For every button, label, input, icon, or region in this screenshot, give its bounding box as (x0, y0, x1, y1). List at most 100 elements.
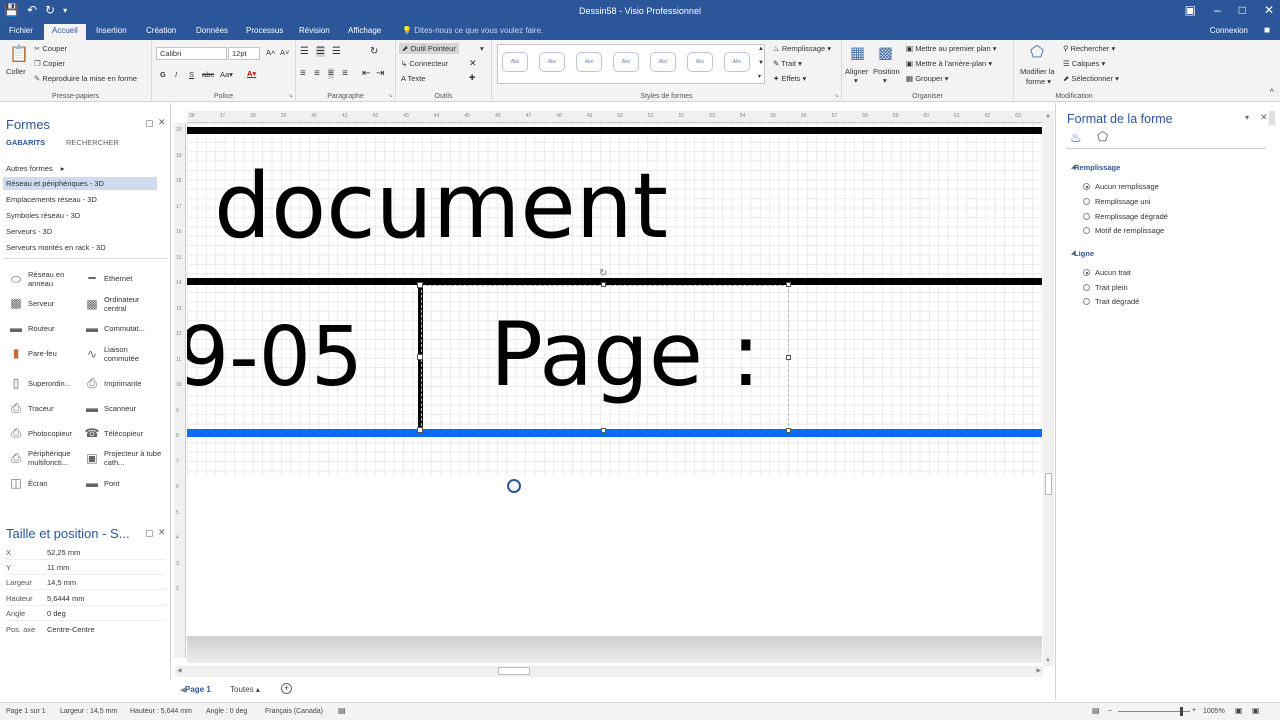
tab-stencils[interactable]: GABARITS (6, 138, 45, 147)
gallery-scroll-down-icon[interactable]: ▼ (758, 60, 764, 66)
style-thumb[interactable]: Abc (539, 52, 565, 72)
stencil-item[interactable]: Serveurs montés en rack - 3D (6, 243, 106, 252)
change-shape-icon[interactable]: ⬠ (1030, 42, 1044, 62)
shape-printer[interactable]: ⎙ Imprimante (84, 375, 162, 391)
scroll-thumb[interactable] (498, 667, 530, 675)
pane-close-icon[interactable]: ✕ (158, 117, 166, 128)
connection-point-icon[interactable]: ✚ (469, 73, 475, 82)
size-row-width[interactable]: Largeur 14,5 mm (6, 575, 166, 590)
shape-plotter[interactable]: ⎙ Traceur (8, 400, 86, 416)
scroll-up-icon[interactable]: ▲ (1045, 113, 1051, 119)
line-button[interactable]: ✎ Trait ▾ (773, 59, 802, 68)
presentation-mode-icon[interactable]: ▤ (1092, 706, 1100, 715)
tab-fichier[interactable]: Fichier (9, 26, 33, 35)
dialog-launcher-icon[interactable]: ↘ (834, 92, 839, 99)
tools-more-icon[interactable]: ▾ (480, 44, 484, 53)
align-right-icon[interactable]: ≡ (328, 68, 334, 79)
align-button[interactable]: Aligner (845, 67, 868, 76)
style-thumb[interactable]: Abc (724, 52, 750, 72)
add-page-icon[interactable]: + (281, 683, 292, 694)
layers-button[interactable]: ☰ Calques ▾ (1063, 59, 1105, 68)
position-button[interactable]: Position (873, 67, 900, 76)
justify-icon[interactable]: ≡ (342, 68, 348, 79)
selection-handle[interactable] (786, 355, 791, 360)
copy-button[interactable]: ❐ Copier (34, 59, 65, 68)
gallery-scroll-up-icon[interactable]: ▲ (758, 46, 764, 52)
pane-options-icon[interactable]: ▢ (145, 528, 154, 539)
pane-close-icon[interactable]: ✕ (1260, 112, 1268, 123)
tab-revision[interactable]: Révision (299, 26, 330, 35)
shape-multifunction[interactable]: ⎙ Périphérique multifoncti... (8, 449, 86, 467)
collapse-ribbon-icon[interactable]: ˄ (1270, 86, 1274, 95)
align-bottom-icon[interactable]: ☰ (332, 46, 341, 57)
selection-handle[interactable] (786, 282, 791, 287)
shape-scanner[interactable]: ▬ Scanneur (84, 400, 162, 416)
bold-button[interactable]: G (160, 70, 166, 79)
shrink-font-icon[interactable]: A˅ (280, 48, 289, 57)
font-family-select[interactable]: Calibri (156, 47, 227, 60)
date-text[interactable]: 9-05 (187, 310, 363, 406)
macro-record-icon[interactable]: ▤ (338, 706, 346, 715)
shape-firewall[interactable]: ▮ Pare-feu (8, 345, 86, 361)
status-page[interactable]: Page 1 sur 1 (6, 708, 46, 715)
pane-scrollbar[interactable] (1269, 111, 1275, 125)
radio-solid-fill[interactable]: Remplissage uni (1083, 197, 1150, 206)
paste-button[interactable]: Coller (6, 67, 26, 76)
align-top-icon[interactable]: ☰ (300, 46, 309, 57)
page-blank-area[interactable] (187, 475, 1042, 636)
style-thumb[interactable]: Abc (613, 52, 639, 72)
zoom-level[interactable]: 1005% (1203, 708, 1225, 715)
underline-button[interactable]: S (189, 70, 194, 79)
scroll-thumb[interactable] (1045, 473, 1052, 495)
fill-section-header[interactable]: Remplissage (1074, 163, 1120, 172)
align-shapes-icon[interactable]: ▦ (850, 43, 865, 63)
size-row-height[interactable]: Hauteur 5,6444 mm (6, 591, 166, 606)
tab-processus[interactable]: Processus (246, 26, 283, 35)
zoom-slider-thumb[interactable] (1180, 707, 1183, 716)
shape-router[interactable]: ▬ Routeur (8, 320, 86, 336)
close-tool-icon[interactable]: ✕ (469, 58, 477, 69)
document-text[interactable]: document (214, 157, 668, 257)
shape-ethernet[interactable]: ━ Ethernet (84, 270, 162, 286)
font-size-select[interactable]: 12pt (228, 47, 260, 60)
shape-fax[interactable]: ☎ Télécopieur (84, 425, 162, 441)
select-button[interactable]: ⬈ Sélectionner ▾ (1063, 74, 1119, 83)
pointer-tool-button[interactable]: ⬈ Outil Pointeur (399, 43, 459, 54)
find-button[interactable]: ⚲ Rechercher ▾ (1063, 44, 1115, 53)
switch-windows-icon[interactable]: ▣ (1252, 706, 1260, 715)
gallery-more-icon[interactable]: ▾ (758, 73, 761, 80)
tab-search[interactable]: RECHERCHER (66, 138, 119, 147)
font-color-icon[interactable]: A▾ (247, 69, 256, 78)
shape-supercomputer[interactable]: ▯ Superordin... (8, 375, 86, 391)
selection-handle[interactable] (786, 428, 791, 433)
zoom-out-icon[interactable]: – (1108, 707, 1112, 714)
change-shape-button[interactable]: Modifier la (1020, 67, 1055, 76)
scroll-down-icon[interactable]: ▼ (1045, 658, 1051, 664)
decrease-indent-icon[interactable]: ⇤ (362, 68, 370, 79)
strikethrough-button[interactable]: abc (202, 70, 214, 79)
page-tab-1[interactable]: Page 1 (185, 685, 211, 694)
style-thumb[interactable]: Abc (650, 52, 676, 72)
selection-handle[interactable] (417, 282, 423, 288)
selection-handle[interactable] (601, 282, 606, 287)
italic-button[interactable]: I (175, 70, 177, 79)
size-row-angle[interactable]: Angle 0 deg (6, 606, 166, 621)
account-icon[interactable]: ■ (1264, 25, 1270, 36)
radio-solid-line[interactable]: Trait plein (1083, 283, 1128, 292)
shape-mainframe[interactable]: ▩ Ordinateur central (84, 295, 162, 313)
shape-dialup[interactable]: ∿ Liaison commutée (84, 345, 162, 363)
radio-no-fill[interactable]: Aucun remplissage (1083, 182, 1159, 191)
align-left-icon[interactable]: ≡ (300, 68, 306, 79)
fill-button[interactable]: ♨ Remplissage ▾ (773, 44, 831, 53)
pane-dropdown-icon[interactable]: ▾ (1245, 113, 1249, 122)
text-rotate-icon[interactable]: ↻ (370, 46, 378, 57)
effects-button[interactable]: ✦ Effets ▾ (773, 74, 806, 83)
tab-creation[interactable]: Création (146, 26, 176, 35)
drawing-page[interactable]: document 9-05 Page : ↻ (187, 123, 1042, 636)
pane-close-icon[interactable]: ✕ (158, 527, 166, 538)
stencil-item[interactable]: Réseau et périphériques - 3D (3, 177, 157, 190)
font-case-icon[interactable]: Aa▾ (220, 70, 233, 79)
vertical-scrollbar[interactable]: ▲ ▼ (1043, 111, 1054, 666)
scroll-left-icon[interactable]: ◀ (177, 667, 182, 674)
all-pages-tab[interactable]: Toutes ▴ (230, 685, 260, 694)
